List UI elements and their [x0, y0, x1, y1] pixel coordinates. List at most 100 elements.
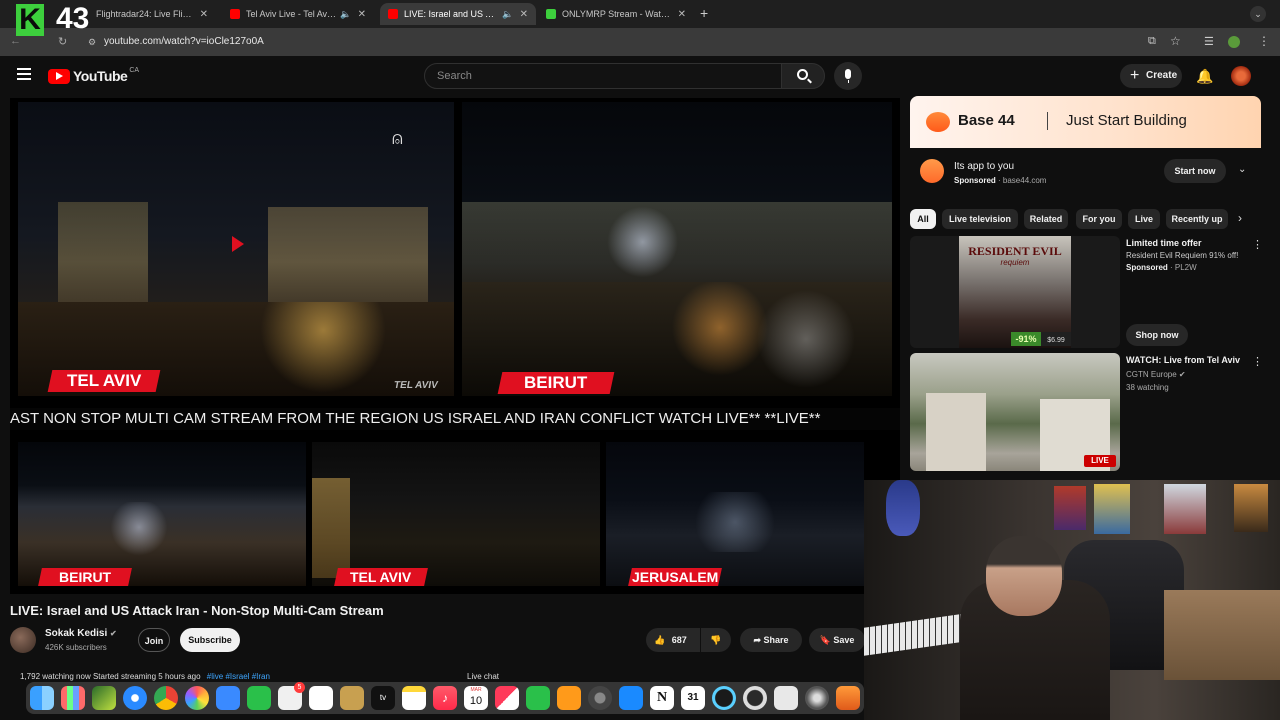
- create-button[interactable]: + Create: [1120, 64, 1182, 88]
- search-input[interactable]: Search: [424, 63, 782, 89]
- rec-meta: 38 watching: [1126, 383, 1169, 392]
- safari-icon[interactable]: [123, 686, 147, 710]
- vpn-icon[interactable]: [712, 686, 736, 710]
- browser-menu-icon[interactable]: ⋮: [1258, 34, 1270, 48]
- close-icon[interactable]: ✕: [358, 9, 366, 20]
- apple-tv-icon[interactable]: tv: [371, 686, 395, 710]
- rec-thumbnail-tel-aviv[interactable]: LIVE: [910, 353, 1120, 471]
- tab-flightradar[interactable]: Flightradar24: Live Flight Tra ✕: [88, 3, 216, 25]
- hashtags[interactable]: #live #Israel #Iran: [207, 672, 270, 681]
- finder-icon[interactable]: [30, 686, 54, 710]
- subscribe-button[interactable]: Subscribe: [180, 628, 240, 652]
- youtube-logo[interactable]: YouTube CA: [48, 67, 139, 84]
- music-icon[interactable]: ♪: [433, 686, 457, 710]
- messages-app-icon[interactable]: [340, 686, 364, 710]
- calendar-icon[interactable]: MAR 10: [464, 686, 488, 710]
- more-options-icon[interactable]: ⋮: [1252, 355, 1263, 368]
- tab-onlymrp-stream[interactable]: ONLYMRP Stream - Watch Li ✕: [538, 3, 694, 25]
- avatar[interactable]: [1231, 66, 1251, 86]
- photos-icon[interactable]: [185, 686, 209, 710]
- video-player[interactable]: ⍝ TEL AVIV TEL AVIV BEIRUT AST NON STOP …: [10, 98, 900, 594]
- tab-live-israel[interactable]: LIVE: Israel and US Attack 🔈 ✕: [380, 3, 536, 25]
- save-button[interactable]: 🔖 Save: [809, 628, 865, 652]
- sponsored-ad[interactable]: Base 44 Just Start Building Its app to y…: [910, 96, 1261, 196]
- create-label: Create: [1146, 70, 1178, 81]
- chip-related[interactable]: Related: [1024, 209, 1068, 229]
- poster: [1054, 486, 1086, 530]
- close-icon[interactable]: ✕: [678, 9, 686, 20]
- url-field[interactable]: ⚙ youtube.com/watch?v=ioCle127o0A: [84, 33, 1184, 51]
- app-store-icon[interactable]: [619, 686, 643, 710]
- xcode-helper-icon[interactable]: [92, 686, 116, 710]
- like-button[interactable]: 👍 687: [646, 628, 700, 652]
- skyline-towers: [268, 207, 428, 317]
- join-button[interactable]: Join: [138, 628, 170, 652]
- facetime-icon[interactable]: [247, 686, 271, 710]
- tab-search-button[interactable]: ⌄: [1250, 6, 1266, 22]
- shop-now-button[interactable]: Shop now: [1126, 324, 1188, 346]
- label-tel-aviv-bottom: TEL AVIV: [334, 568, 428, 586]
- chip-recently-uploaded[interactable]: Recently up: [1166, 209, 1228, 229]
- pages-icon[interactable]: [557, 686, 581, 710]
- start-now-button[interactable]: Start now: [1164, 159, 1226, 183]
- unity-icon[interactable]: [774, 686, 798, 710]
- search-icon: [797, 69, 808, 80]
- chevron-down-icon[interactable]: ⌄: [1238, 164, 1246, 175]
- live-badge-text: LIVE: [1091, 456, 1109, 465]
- launchpad-icon[interactable]: [61, 686, 85, 710]
- speaker-icon[interactable]: 🔈: [502, 9, 513, 20]
- streamer-head: [986, 536, 1062, 616]
- settings-gear-icon[interactable]: [588, 686, 612, 710]
- rec-channel: CGTN Europe ✔: [1126, 370, 1186, 379]
- disk-utility-icon[interactable]: [805, 686, 829, 710]
- rec-thumbnail-game[interactable]: RESIDENT EVIL requiem -91% $6.99: [910, 236, 1120, 348]
- calendar-app-icon[interactable]: 31: [681, 686, 705, 710]
- rec-title[interactable]: WATCH: Live from Tel Aviv: [1126, 355, 1240, 365]
- tab-title: ONLYMRP Stream - Watch Li: [562, 9, 672, 19]
- poster: [1234, 484, 1268, 532]
- profile-extension-icon[interactable]: [1228, 36, 1240, 48]
- reload-icon[interactable]: ↻: [58, 35, 67, 48]
- channel-avatar[interactable]: [10, 627, 36, 653]
- garageband-icon[interactable]: [836, 686, 860, 710]
- close-icon[interactable]: ✕: [200, 9, 208, 20]
- tab-tel-aviv-live[interactable]: Tel Aviv Live - Tel Aviv Sk 🔈 ✕: [222, 3, 374, 25]
- chip-for-you[interactable]: For you: [1076, 209, 1122, 229]
- back-icon[interactable]: ←: [10, 35, 21, 47]
- extension-icon[interactable]: ☰: [1204, 35, 1214, 48]
- mail-icon[interactable]: [216, 686, 240, 710]
- search-button[interactable]: [781, 63, 825, 89]
- chip-all[interactable]: All: [910, 209, 936, 229]
- notes-icon[interactable]: [402, 686, 426, 710]
- youtube-favicon-icon: [388, 9, 398, 19]
- ad-banner[interactable]: Base 44 Just Start Building: [910, 96, 1261, 148]
- channel-name-text: Sokak Kedisi: [45, 628, 108, 639]
- hamburger-menu-icon[interactable]: [17, 68, 31, 80]
- channel-name[interactable]: Sokak Kedisi ✔: [45, 628, 117, 639]
- chip-live[interactable]: Live: [1128, 209, 1160, 229]
- more-options-icon[interactable]: ⋮: [1252, 238, 1263, 251]
- chrome-icon[interactable]: [154, 686, 178, 710]
- install-app-icon[interactable]: ⧉: [1148, 35, 1156, 48]
- notifications-bell-icon[interactable]: 🔔: [1196, 68, 1213, 85]
- bookmark-star-icon[interactable]: ☆: [1170, 34, 1181, 48]
- numbers-icon[interactable]: [526, 686, 550, 710]
- new-tab-button[interactable]: +: [700, 5, 708, 21]
- chips-next-arrow-icon[interactable]: ›: [1238, 211, 1242, 225]
- share-button[interactable]: ➦ Share: [740, 628, 802, 652]
- voice-search-button[interactable]: [834, 62, 862, 90]
- freeform-icon[interactable]: [309, 686, 333, 710]
- chip-live-television[interactable]: Live television: [942, 209, 1018, 229]
- dislike-button[interactable]: 👎: [701, 628, 731, 652]
- speaker-icon[interactable]: 🔈: [340, 9, 351, 20]
- calendar-app-day: 31: [687, 692, 699, 703]
- rec-title[interactable]: Limited time offer: [1126, 238, 1202, 248]
- ad-brand: Base 44: [958, 112, 1015, 129]
- close-icon[interactable]: ✕: [520, 9, 528, 20]
- notification-app-icon[interactable]: 5: [278, 682, 305, 710]
- streamer-webcam: [864, 480, 1280, 720]
- notion-icon[interactable]: N: [650, 686, 674, 710]
- news-icon[interactable]: [495, 686, 519, 710]
- guitar: [886, 480, 920, 536]
- obs-icon[interactable]: [743, 686, 767, 710]
